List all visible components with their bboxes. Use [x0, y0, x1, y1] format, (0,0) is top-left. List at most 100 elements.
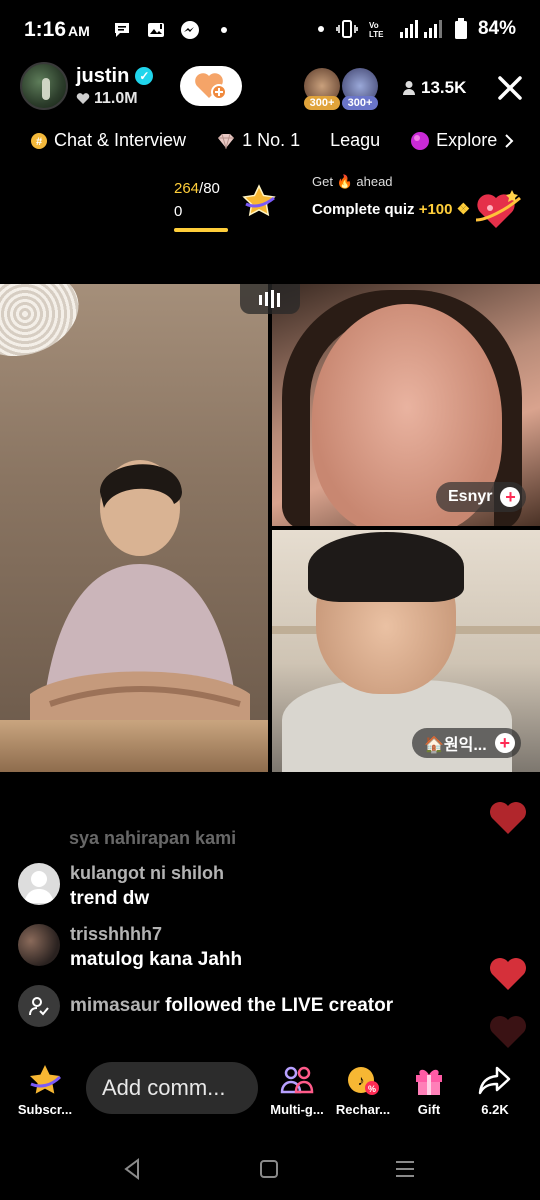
comment-input[interactable]: Add comm...	[86, 1062, 258, 1114]
ranking-explore[interactable]: Explore	[410, 130, 515, 151]
gift-button[interactable]: Gift	[394, 1056, 464, 1117]
floating-heart-icon	[490, 958, 526, 990]
diamond-icon	[218, 133, 235, 149]
quiz-promo[interactable]: Get 🔥 ahead Complete quiz +100 ❖	[312, 174, 470, 218]
top-viewer-avatar[interactable]: 300+	[304, 68, 340, 110]
subscribe-button[interactable]: Subscr...	[10, 1056, 80, 1117]
top-viewer-avatar[interactable]: 300+	[342, 68, 378, 110]
host-card[interactable]: justin ✓ 11.0M	[20, 62, 154, 110]
battery-percent: 84%	[477, 18, 516, 39]
follow-plus-icon[interactable]: +	[500, 487, 521, 507]
host-likes: 11.0M	[76, 90, 153, 108]
top-viewers[interactable]: 300+ 300+	[304, 68, 378, 110]
host-video-tile[interactable]	[0, 284, 268, 772]
host-name: justin ✓	[76, 65, 154, 88]
guest-name-tag[interactable]: Esnyr +	[436, 482, 527, 512]
multi-guest-grid: Esnyr + 🏠원익... +	[0, 284, 540, 772]
quiz-line-2: Complete quiz +100 ❖	[312, 201, 471, 218]
notification-icons	[112, 20, 234, 40]
guest-video-tile[interactable]: Esnyr +	[272, 284, 540, 526]
follow-event-icon	[18, 985, 60, 1027]
chevron-right-icon	[505, 133, 514, 148]
quiz-line-1: Get 🔥 ahead	[312, 174, 393, 189]
commenter-name[interactable]: trisshhhh7	[70, 924, 242, 945]
comment-text: trend dw	[70, 888, 150, 909]
daily-goal[interactable]: 264/80 0	[174, 180, 228, 232]
back-icon[interactable]	[118, 1154, 148, 1184]
signal-icon	[399, 20, 442, 38]
live-action-bar: Subscr... Add comm... Multi-g... ♪% Rech…	[0, 1056, 540, 1126]
comment-feed: sya nahirapan kami kulangot ni shiloh tr…	[18, 828, 478, 1027]
volte-icon: VoLTE	[369, 21, 384, 39]
follow-plus-icon[interactable]: +	[494, 733, 515, 753]
ranking-league-position[interactable]: 1 No. 1	[216, 130, 300, 151]
table-surface	[0, 720, 268, 772]
messenger-icon	[181, 21, 199, 39]
follow-event-text: mimasaur followed the LIVE creator	[70, 995, 394, 1016]
svg-text:Vo: Vo	[369, 21, 379, 30]
svg-text:♪: ♪	[358, 1072, 365, 1088]
ranking-chat-interview[interactable]: # Chat & Interview	[30, 130, 186, 151]
host-avatar[interactable]	[20, 62, 68, 110]
goal-count: 264/80	[174, 180, 220, 197]
goal-progress-fill	[174, 228, 228, 232]
default-avatar-icon	[24, 871, 54, 903]
chat-bubble-icon	[115, 23, 129, 37]
vibrate-icon	[336, 20, 358, 38]
system-icons: Vo LTE 84%	[316, 18, 516, 40]
system-nav-bar	[0, 1138, 540, 1200]
commenter-avatar[interactable]	[18, 924, 60, 966]
floating-heart-icon	[490, 1016, 526, 1048]
svg-text:%: %	[368, 1084, 376, 1094]
ranking-league[interactable]: Leagu	[330, 130, 380, 151]
multi-guest-button[interactable]: Multi-g...	[262, 1056, 332, 1117]
recharge-button[interactable]: ♪% Rechar...	[328, 1056, 398, 1117]
commenter-avatar[interactable]	[18, 863, 60, 905]
image-alert-icon	[148, 23, 164, 37]
verified-badge-icon: ✓	[135, 67, 154, 85]
comment-item[interactable]: trisshhhh7 matulog kana Jahh	[18, 924, 478, 971]
person-icon	[403, 81, 415, 95]
status-bar: 1:16 AM Vo LTE 84%	[0, 0, 540, 62]
recharge-coin-icon: ♪%	[348, 1067, 379, 1095]
grid-divider	[268, 284, 272, 772]
heart-plus-icon	[195, 73, 227, 100]
guest-name-tag[interactable]: 🏠원익... +	[412, 728, 521, 758]
svg-text:#: #	[36, 136, 42, 148]
viewer-badge: 300+	[342, 96, 378, 110]
gift-icon	[416, 1069, 442, 1095]
follow-button[interactable]	[180, 66, 242, 106]
lamp-decoration	[0, 284, 91, 371]
guest-video-tile[interactable]: 🏠원익... +	[272, 530, 540, 772]
viewer-count[interactable]: 13.5K	[402, 78, 466, 98]
comment-text: matulog kana Jahh	[70, 949, 243, 970]
heart-icon	[76, 93, 90, 104]
guest-hair	[308, 532, 464, 602]
star-badge-icon[interactable]	[242, 184, 276, 218]
multi-guest-icon	[280, 1066, 314, 1094]
ranking-row: # Chat & Interview 1 No. 1 Leagu Explore	[30, 130, 515, 151]
clock: 1:16 AM	[24, 18, 90, 41]
commenter-name[interactable]: kulangot ni shiloh	[70, 863, 224, 884]
close-icon[interactable]	[494, 72, 526, 104]
recents-icon[interactable]	[390, 1154, 420, 1184]
viewer-badge: 300+	[304, 96, 340, 110]
dot-icon	[317, 26, 324, 32]
explore-orb-icon	[411, 131, 430, 150]
goal-secondary: 0	[174, 203, 183, 220]
chat-coin-icon: #	[31, 132, 47, 149]
comment-item[interactable]: kulangot ni shiloh trend dw	[18, 863, 478, 910]
layout-toggle-button[interactable]	[240, 284, 300, 314]
battery-icon	[454, 18, 467, 39]
host-info: justin ✓ 11.0M	[76, 65, 154, 108]
goal-progress-bar	[174, 228, 228, 232]
dot-icon	[221, 27, 227, 33]
subscribe-star-icon	[30, 1065, 62, 1094]
share-button[interactable]: 6.2K	[460, 1056, 530, 1117]
faded-comment: sya nahirapan kami	[69, 828, 237, 848]
heart-gift-icon[interactable]	[474, 186, 522, 232]
home-icon[interactable]	[254, 1154, 284, 1184]
share-arrow-icon	[478, 1066, 511, 1095]
follow-event[interactable]: mimasaur followed the LIVE creator	[18, 985, 478, 1027]
svg-text:LTE: LTE	[369, 30, 384, 39]
